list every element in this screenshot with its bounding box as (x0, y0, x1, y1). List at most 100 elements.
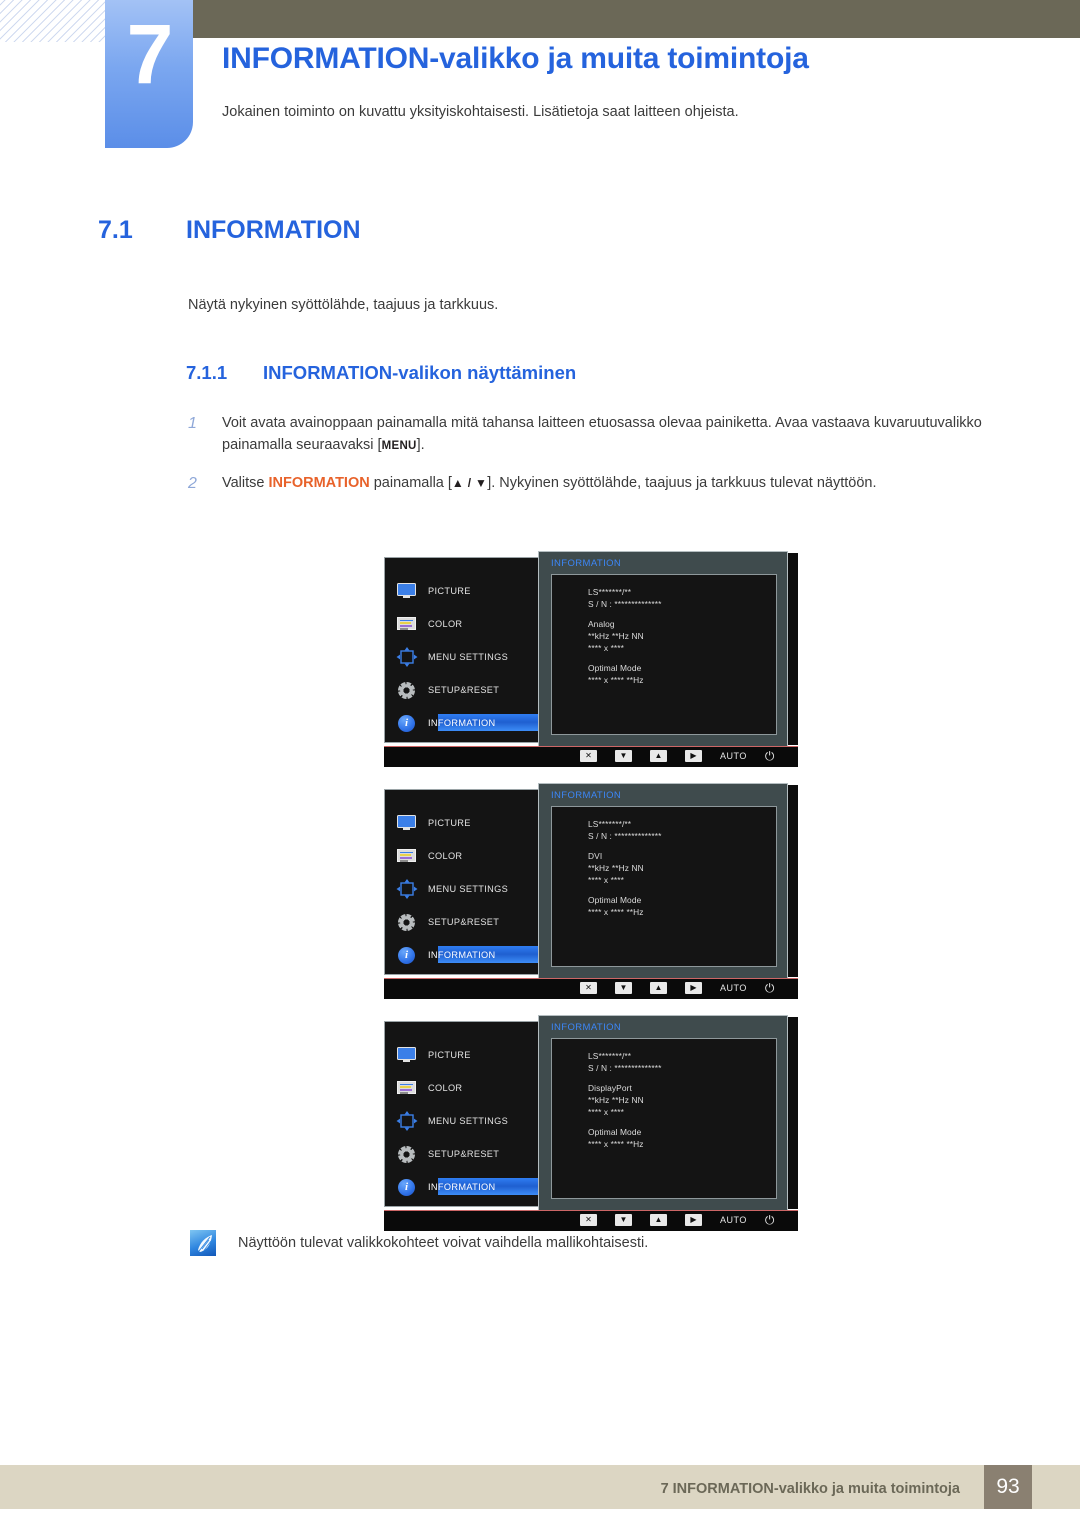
step-number: 1 (188, 415, 197, 432)
osd-optimal-value: **** x **** **Hz (588, 1138, 644, 1149)
chapter-subtitle: Jokainen toiminto on kuvattu yksityiskoh… (222, 104, 739, 120)
osd-freq-line: **kHz **Hz NN (588, 862, 644, 873)
down-arrow-icon[interactable]: ▼ (615, 1214, 632, 1226)
step-text-part2: painamalla [ (369, 474, 452, 491)
up-arrow-icon[interactable]: ▲ (650, 1214, 667, 1226)
power-icon[interactable]: ⏻ (765, 1214, 775, 1226)
osd-info-text: LS*******/** S / N : ************** DVI … (588, 819, 661, 918)
osd-optimal-value: **** x **** **Hz (588, 674, 644, 685)
osd-menu-label: MENU SETTINGS (428, 884, 509, 894)
osd-menu-item-menu-settings[interactable]: MENU SETTINGS (395, 646, 545, 668)
osd-menu-item-color[interactable]: COLOR (395, 845, 545, 867)
step-list: 1 Voit avata avainoppaan painamalla mitä… (188, 412, 1018, 511)
information-highlight: INFORMATION (268, 474, 370, 491)
gear-icon (395, 1144, 419, 1164)
osd-menu-item-information[interactable]: i INFORMATION (395, 1176, 555, 1198)
right-arrow-icon[interactable]: ▶ (685, 982, 702, 994)
osd-menu-label: SETUP&RESET (428, 917, 500, 927)
osd-model-line: LS*******/** (588, 587, 632, 597)
right-arrow-icon[interactable]: ▶ (685, 1214, 702, 1226)
osd-source-line: DisplayPort (588, 1082, 632, 1093)
osd-button-bar: ✕ ▼ ▲ ▶ AUTO ⏻ (384, 1210, 798, 1231)
footer-page-box: 93 (984, 1465, 1032, 1509)
osd-content-panel: INFORMATION LS*******/** S / N : *******… (538, 783, 788, 981)
chapter-number: 7 (126, 7, 174, 101)
quill-note-icon (190, 1230, 216, 1256)
osd-menu-item-color[interactable]: COLOR (395, 613, 545, 635)
list-item: 1 Voit avata avainoppaan painamalla mitä… (188, 412, 1018, 457)
osd-screenshot-displayport: PICTURE COLOR MENU SETTINGS SETUP&RESET (384, 1015, 798, 1231)
osd-optimal-label: Optimal Mode (588, 894, 642, 905)
header-hatch-pattern (0, 0, 108, 42)
osd-menu-item-color[interactable]: COLOR (395, 1077, 545, 1099)
osd-menu-item-menu-settings[interactable]: MENU SETTINGS (395, 1110, 545, 1132)
menu-key-label: MENU (381, 440, 417, 453)
page-number: 93 (996, 1475, 1020, 1498)
right-arrow-icon[interactable]: ▶ (685, 750, 702, 762)
osd-menu-label: PICTURE (428, 586, 471, 596)
osd-menu-item-information[interactable]: i INFORMATION (395, 712, 555, 734)
up-arrow-icon[interactable]: ▲ (650, 982, 667, 994)
osd-menu-item-picture[interactable]: PICTURE (395, 1044, 545, 1066)
close-icon[interactable]: ✕ (580, 750, 597, 762)
osd-menu-label: INFORMATION (428, 1182, 496, 1192)
osd-menu-label: COLOR (428, 619, 463, 629)
osd-res-line: **** x **** (588, 874, 625, 885)
up-arrow-icon[interactable]: ▲ (650, 750, 667, 762)
osd-menu-item-menu-settings[interactable]: MENU SETTINGS (395, 878, 545, 900)
step-text: Valitse INFORMATION painamalla [▲ / ▼]. … (222, 472, 877, 496)
gear-icon (395, 912, 419, 932)
power-icon[interactable]: ⏻ (765, 750, 775, 762)
note-block: Näyttöön tulevat valikkokohteet voivat v… (190, 1230, 648, 1256)
osd-content-box: LS*******/** S / N : ************** Anal… (551, 574, 777, 735)
osd-menu-item-information[interactable]: i INFORMATION (395, 944, 555, 966)
osd-res-line: **** x **** (588, 642, 625, 653)
osd-content-box: LS*******/** S / N : ************** Disp… (551, 1038, 777, 1199)
four-arrows-icon (395, 1111, 419, 1131)
osd-menu-item-setup-reset[interactable]: SETUP&RESET (395, 911, 545, 933)
down-arrow-icon[interactable]: ▼ (615, 982, 632, 994)
osd-info-text: LS*******/** S / N : ************** Disp… (588, 1051, 661, 1150)
color-bars-icon (395, 614, 419, 634)
osd-menu-item-picture[interactable]: PICTURE (395, 580, 545, 602)
info-circle-icon: i (395, 713, 419, 733)
note-text: Näyttöön tulevat valikkokohteet voivat v… (238, 1235, 649, 1251)
color-bars-icon (395, 1078, 419, 1098)
step-text-part2: ]. (416, 437, 425, 454)
section-title: INFORMATION (186, 216, 361, 244)
osd-optimal-value: **** x **** **Hz (588, 906, 644, 917)
osd-screenshot-analog: PICTURE COLOR MENU SETTINGS SETUP&RESET (384, 551, 798, 767)
monitor-icon (395, 581, 419, 601)
osd-freq-line: **kHz **Hz NN (588, 630, 644, 641)
osd-menu-item-picture[interactable]: PICTURE (395, 812, 545, 834)
down-arrow-icon[interactable]: ▼ (615, 750, 632, 762)
osd-content-box: LS*******/** S / N : ************** DVI … (551, 806, 777, 967)
osd-menu-label: COLOR (428, 851, 463, 861)
close-icon[interactable]: ✕ (580, 1214, 597, 1226)
close-icon[interactable]: ✕ (580, 982, 597, 994)
subsection-number: 7.1.1 (186, 362, 228, 383)
osd-info-text: LS*******/** S / N : ************** Anal… (588, 587, 661, 686)
osd-menu-label: SETUP&RESET (428, 1149, 500, 1159)
osd-optimal-label: Optimal Mode (588, 1126, 642, 1137)
info-circle-icon: i (395, 1177, 419, 1197)
osd-content-panel: INFORMATION LS*******/** S / N : *******… (538, 551, 788, 749)
power-icon[interactable]: ⏻ (765, 982, 775, 994)
osd-menu-item-setup-reset[interactable]: SETUP&RESET (395, 1143, 545, 1165)
step-text: Voit avata avainoppaan painamalla mitä t… (222, 412, 1018, 457)
osd-menu-label: PICTURE (428, 1050, 471, 1060)
auto-button-label[interactable]: AUTO (720, 1215, 747, 1225)
osd-menu-label: MENU SETTINGS (428, 652, 509, 662)
osd-model-line: LS*******/** (588, 819, 632, 829)
auto-button-label[interactable]: AUTO (720, 751, 747, 761)
step-text-part3: ]. Nykyinen syöttölähde, taajuus ja tark… (487, 474, 877, 491)
chapter-tab: 7 (105, 0, 193, 148)
osd-source-line: Analog (588, 618, 615, 629)
four-arrows-icon (395, 647, 419, 667)
osd-panel-title: INFORMATION (551, 1022, 622, 1033)
auto-button-label[interactable]: AUTO (720, 983, 747, 993)
osd-menu-panel: PICTURE COLOR MENU SETTINGS SETUP&RESET (384, 1021, 555, 1207)
osd-menu-item-setup-reset[interactable]: SETUP&RESET (395, 679, 545, 701)
osd-menu-label: SETUP&RESET (428, 685, 500, 695)
updown-key-label: ▲ / ▼ (451, 475, 488, 490)
